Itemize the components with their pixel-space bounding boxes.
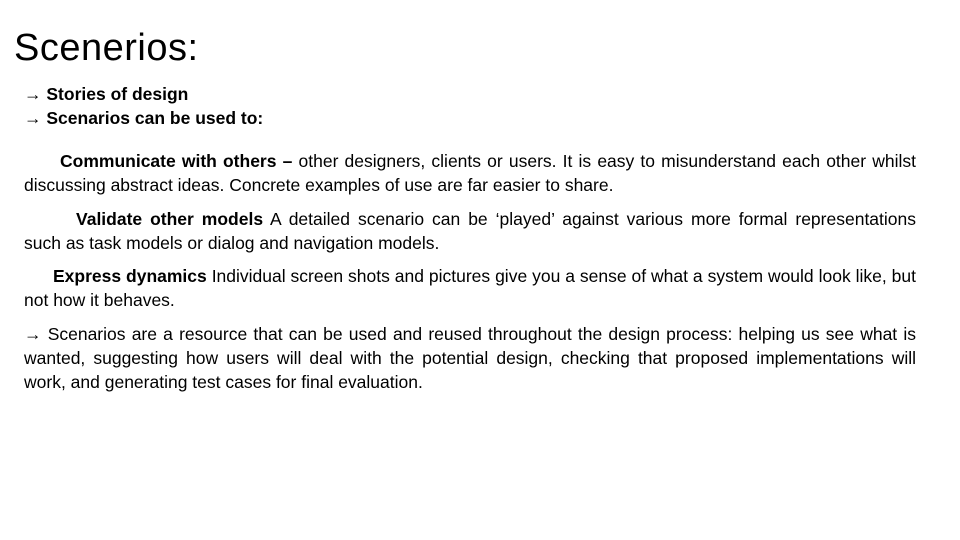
use-lead: Validate other models: [76, 209, 264, 229]
closing-text: Scenarios are a resource that can be use…: [24, 324, 916, 392]
arrow-icon: →: [24, 84, 42, 104]
arrow-icon: →: [24, 108, 42, 128]
closing-paragraph: → Scenarios are a resource that can be u…: [24, 322, 916, 394]
use-lead: Express dynamics: [53, 266, 207, 286]
bullet-text: Stories of design: [46, 84, 189, 104]
use-lead: Communicate with others –: [60, 151, 293, 171]
use-communicate: Communicate with others – other designer…: [24, 149, 916, 197]
use-express: Express dynamics Individual screen shots…: [24, 264, 916, 312]
use-validate: Validate other models A detailed scenari…: [24, 207, 916, 255]
bullet-scenarios-used-to: → Scenarios can be used to:: [24, 106, 263, 130]
arrow-icon: →: [24, 324, 42, 344]
bullet-text: Scenarios can be used to:: [46, 108, 264, 128]
slide-title: Scenerios:: [14, 27, 199, 69]
bullet-stories-of-design: → Stories of design: [24, 82, 188, 106]
